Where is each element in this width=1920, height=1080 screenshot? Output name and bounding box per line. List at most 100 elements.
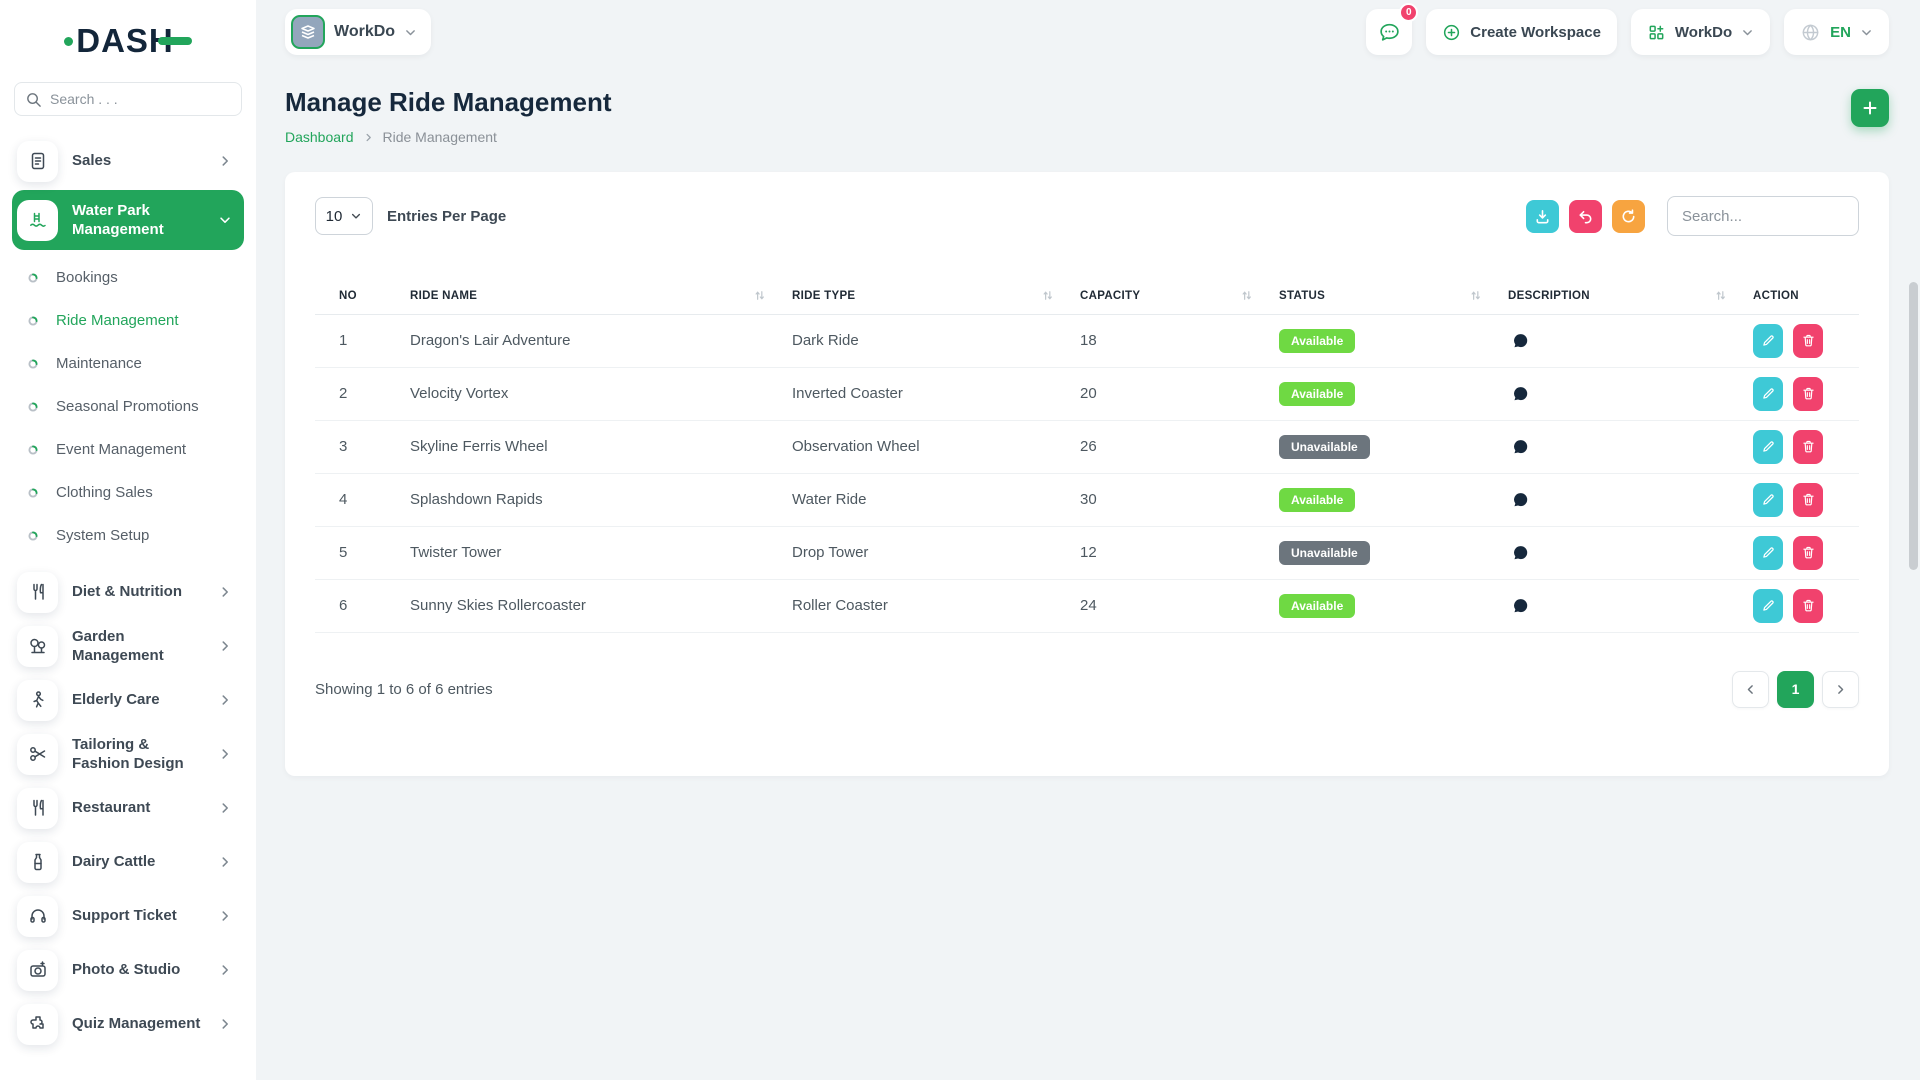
user-menu-button[interactable]: WorkDo [1631, 9, 1770, 55]
sidebar-item-sales[interactable]: Sales [12, 136, 244, 186]
milk-bottle-icon [17, 842, 58, 883]
cell-ride-name: Splashdown Rapids [410, 473, 792, 526]
create-workspace-button[interactable]: Create Workspace [1426, 9, 1617, 55]
edit-ride-button[interactable] [1753, 536, 1783, 570]
sort-icon [753, 289, 766, 302]
messages-button[interactable]: 0 [1366, 9, 1412, 55]
description-comment-button[interactable] [1508, 332, 1529, 349]
delete-ride-button[interactable] [1793, 589, 1823, 623]
sidebar-item-label: Tailoring & Fashion Design [72, 735, 204, 774]
column-header-capacity[interactable]: CAPACITY [1080, 278, 1279, 314]
sidebar-search-input[interactable] [50, 91, 231, 107]
breadcrumb-dashboard-link[interactable]: Dashboard [285, 129, 354, 145]
cell-ride-name: Skyline Ferris Wheel [410, 420, 792, 473]
delete-ride-button[interactable] [1793, 536, 1823, 570]
undo-button[interactable] [1569, 200, 1602, 233]
table-search-input[interactable] [1667, 196, 1859, 236]
utensils-icon [17, 788, 58, 829]
globe-icon [1800, 22, 1821, 43]
refresh-button[interactable] [1612, 200, 1645, 233]
sidebar-subitem-system-setup[interactable]: System Setup [0, 514, 256, 557]
pencil-icon [1761, 439, 1776, 454]
workspace-switcher[interactable]: WorkDo [285, 9, 431, 55]
table-row: 4Splashdown RapidsWater Ride30Available [315, 473, 1859, 526]
column-header-status[interactable]: STATUS [1279, 278, 1508, 314]
edit-ride-button[interactable] [1753, 483, 1783, 517]
cell-status: Available [1279, 314, 1508, 367]
description-comment-button[interactable] [1508, 597, 1529, 614]
toolbar-buttons [1526, 200, 1645, 233]
sidebar-item-label: Diet & Nutrition [72, 582, 204, 602]
description-comment-button[interactable] [1508, 544, 1529, 561]
breadcrumb: Dashboard Ride Management [285, 129, 612, 145]
entries-per-page-select[interactable]: 10 [315, 197, 373, 235]
table-row: 3Skyline Ferris WheelObservation Wheel26… [315, 420, 1859, 473]
delete-ride-button[interactable] [1793, 483, 1823, 517]
sidebar-item-garden-management[interactable]: Garden Management [12, 621, 244, 671]
pagination-next-button[interactable] [1822, 671, 1859, 708]
sidebar-subitem-bookings[interactable]: Bookings [0, 256, 256, 299]
scissors-icon [17, 734, 58, 775]
action-buttons [1753, 536, 1849, 570]
circle-progress-icon [27, 444, 39, 456]
cell-capacity: 18 [1080, 314, 1279, 367]
pagination-prev-button[interactable] [1732, 671, 1769, 708]
trash-icon [1801, 492, 1816, 507]
sidebar-item-restaurant[interactable]: Restaurant [12, 783, 244, 833]
edit-ride-button[interactable] [1753, 589, 1783, 623]
sidebar-item-label: Water Park Management [72, 201, 204, 240]
tree-icon [17, 626, 58, 667]
description-comment-button[interactable] [1508, 385, 1529, 402]
sidebar-item-diet-nutrition[interactable]: Diet & Nutrition [12, 567, 244, 617]
sidebar-subitem-seasonal-promotions[interactable]: Seasonal Promotions [0, 385, 256, 428]
sidebar-subitem-clothing-sales[interactable]: Clothing Sales [0, 471, 256, 514]
table-header-row: NORIDE NAMERIDE TYPECAPACITYSTATUSDESCRI… [315, 278, 1859, 314]
add-ride-button[interactable] [1851, 89, 1889, 127]
sidebar-subitem-event-management[interactable]: Event Management [0, 428, 256, 471]
sort-icon [1714, 289, 1727, 302]
chevron-right-icon [218, 639, 232, 653]
edit-ride-button[interactable] [1753, 324, 1783, 358]
delete-ride-button[interactable] [1793, 377, 1823, 411]
sidebar-item-water-park-management[interactable]: Water Park Management [12, 190, 244, 250]
edit-ride-button[interactable] [1753, 430, 1783, 464]
chevron-down-icon [404, 26, 417, 39]
column-header-action: ACTION [1753, 278, 1859, 314]
messages-count-badge: 0 [1399, 3, 1418, 22]
edit-ride-button[interactable] [1753, 377, 1783, 411]
delete-ride-button[interactable] [1793, 430, 1823, 464]
card-toolbar: 10 Entries Per Page [315, 196, 1859, 236]
language-button[interactable]: EN [1784, 9, 1889, 55]
sidebar-item-dairy-cattle[interactable]: Dairy Cattle [12, 837, 244, 887]
sidebar-item-quiz-management[interactable]: Quiz Management [12, 999, 244, 1049]
description-comment-button[interactable] [1508, 438, 1529, 455]
chevron-right-icon [363, 132, 374, 143]
description-comment-button[interactable] [1508, 491, 1529, 508]
status-badge: Unavailable [1279, 435, 1370, 459]
sidebar-item-tailoring-fashion-design[interactable]: Tailoring & Fashion Design [12, 729, 244, 779]
column-header-type[interactable]: RIDE TYPE [792, 278, 1080, 314]
export-button[interactable] [1526, 200, 1559, 233]
comment-icon [1512, 491, 1529, 508]
sidebar-item-photo-studio[interactable]: Photo & Studio [12, 945, 244, 995]
page-scrollbar[interactable] [1909, 282, 1918, 570]
sidebar-subitem-maintenance[interactable]: Maintenance [0, 342, 256, 385]
action-buttons [1753, 430, 1849, 464]
column-header-description[interactable]: DESCRIPTION [1508, 278, 1753, 314]
brand-logo[interactable]: DASH [0, 0, 256, 74]
sidebar-item-support-ticket[interactable]: Support Ticket [12, 891, 244, 941]
cell-capacity: 24 [1080, 579, 1279, 632]
pencil-icon [1761, 598, 1776, 613]
delete-ride-button[interactable] [1793, 324, 1823, 358]
sidebar-item-elderly-care[interactable]: Elderly Care [12, 675, 244, 725]
cell-ride-name: Sunny Skies Rollercoaster [410, 579, 792, 632]
sidebar-subitem-ride-management[interactable]: Ride Management [0, 299, 256, 342]
sidebar-search[interactable] [14, 82, 242, 116]
pagination-page-1-button[interactable]: 1 [1777, 671, 1814, 708]
cell-status: Available [1279, 367, 1508, 420]
search-icon [25, 91, 42, 108]
column-header-name[interactable]: RIDE NAME [410, 278, 792, 314]
cell-ride-name: Dragon's Lair Adventure [410, 314, 792, 367]
cell-ride-type: Drop Tower [792, 526, 1080, 579]
pencil-icon [1761, 333, 1776, 348]
